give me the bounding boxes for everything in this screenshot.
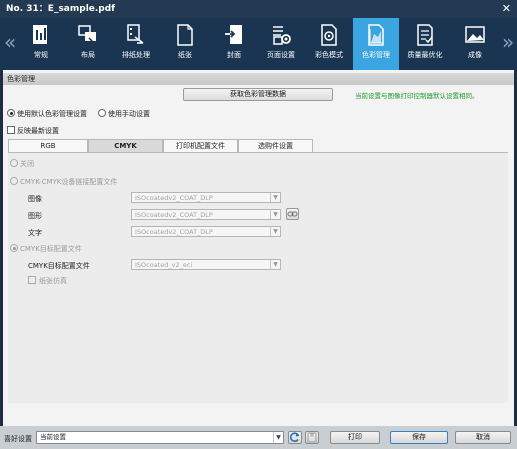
save-button[interactable]: 保存 (390, 431, 448, 444)
paper-simulation-checkbox[interactable] (28, 276, 36, 284)
tab-label: 布局 (81, 51, 95, 59)
main-content: 色彩管理 获取色彩管理数据 当前设置与图像打印控制器默认设置相同。 使用默认色彩… (3, 70, 514, 426)
target-profile-value: ISOcoated_v2_eci (135, 261, 193, 269)
tab-output[interactable]: 排纸处理 (113, 18, 159, 70)
tab-label: 页面设置 (267, 51, 295, 59)
chevron-down-icon: ▼ (270, 227, 280, 236)
reflect-latest-checkbox[interactable] (7, 126, 15, 134)
off-label: 关闭 (20, 160, 34, 168)
save-preset-button[interactable] (305, 431, 319, 444)
get-color-data-button[interactable]: 获取色彩管理数据 (183, 88, 333, 101)
chevron-down-icon: ▼ (270, 260, 280, 269)
cmyk-panel: 关闭 CMYK-CMYK设备链接配置文件 图像 ISOcoatedv2_COAT… (8, 152, 508, 403)
tab-label: 排纸处理 (122, 51, 150, 59)
image-label: 图像 (28, 195, 42, 203)
bottom-bar: 喜好设置 当前设置 ▼ 打印 保存 取消 (0, 426, 517, 449)
tab-label: 质量最优化 (407, 51, 443, 59)
general-icon (33, 25, 47, 44)
link-button[interactable] (286, 208, 299, 220)
tab-option-settings[interactable]: 选购件设置 (238, 139, 313, 152)
print-button[interactable]: 打印 (330, 431, 380, 444)
text-profile-value: ISOcoatedv2_COAT_DLP (135, 228, 213, 236)
window-titlebar: No. 31：E_sample.pdf ✕ (0, 0, 517, 18)
reflect-latest-label: 反映最新设置 (17, 127, 59, 135)
target-profile-select[interactable]: ISOcoated_v2_eci ▼ (131, 259, 281, 270)
devicelink-label: CMYK-CMYK设备链接配置文件 (20, 178, 118, 186)
tab-label: 封面 (227, 51, 241, 59)
tab-label: 色彩管理 (362, 51, 390, 59)
favorite-settings-label: 喜好设置 (4, 435, 32, 443)
tab-cmyk[interactable]: CMYK (88, 139, 163, 152)
refresh-icon (289, 432, 300, 442)
tab-page-setting[interactable]: 页面设置 (258, 18, 304, 70)
manual-settings-radio[interactable] (98, 109, 106, 117)
cover-icon (225, 25, 242, 44)
tab-label: 纸张 (178, 51, 192, 59)
output-icon (127, 24, 144, 44)
paper-icon (177, 24, 193, 46)
image-profile-select[interactable]: ISOcoatedv2_COAT_DLP ▼ (131, 192, 281, 203)
imaging-icon (465, 26, 485, 43)
default-settings-radio[interactable] (7, 109, 15, 117)
chevron-down-icon: ▼ (270, 210, 280, 219)
devicelink-radio[interactable] (10, 177, 18, 185)
tab-label: 常规 (34, 51, 48, 59)
tab-color-mode[interactable]: 彩色模式 (306, 18, 352, 70)
color-tabs: RGB CMYK 打印机配置文件 选购件设置 (8, 139, 508, 152)
target-profile-radio-label: CMYK目标配置文件 (20, 245, 82, 253)
default-settings-label: 使用默认色彩管理设置 (17, 110, 87, 118)
quality-icon (417, 24, 433, 46)
graphics-label: 图形 (28, 212, 42, 220)
link-icon (287, 211, 298, 217)
tab-label: 彩色模式 (315, 51, 343, 59)
page-setting-icon (273, 26, 291, 45)
layout-icon (78, 25, 96, 43)
scroll-left-icon[interactable]: « (4, 30, 16, 54)
tab-color-management[interactable]: 色彩管理 (353, 18, 399, 70)
floppy-icon (307, 432, 317, 443)
toolbar: « 常规 布局 排纸处理 纸张 封面 页面设置 彩色模式 色彩管理 质量最优化 … (0, 18, 517, 70)
paper-simulation-label: 纸张仿真 (39, 277, 67, 285)
section-title: 色彩管理 (3, 73, 514, 85)
chevron-down-icon: ▼ (270, 193, 280, 202)
tab-label: 成像 (468, 51, 482, 59)
refresh-button[interactable] (288, 431, 302, 444)
scroll-right-icon[interactable]: » (502, 30, 514, 54)
graphics-profile-value: ISOcoatedv2_COAT_DLP (135, 211, 213, 219)
graphics-profile-select[interactable]: ISOcoatedv2_COAT_DLP ▼ (131, 209, 281, 220)
text-label: 文字 (28, 229, 42, 237)
text-profile-select[interactable]: ISOcoatedv2_COAT_DLP ▼ (131, 226, 281, 237)
tab-imaging[interactable]: 成像 (452, 18, 498, 70)
target-profile-radio[interactable] (10, 244, 18, 252)
color-mode-icon (321, 24, 337, 46)
image-profile-value: ISOcoatedv2_COAT_DLP (135, 194, 213, 202)
tab-cover[interactable]: 封面 (211, 18, 257, 70)
manual-settings-label: 使用手动设置 (108, 110, 150, 118)
target-profile-label: CMYK目标配置文件 (28, 262, 90, 270)
status-note: 当前设置与图像打印控制器默认设置相同。 (355, 92, 479, 100)
tab-quality[interactable]: 质量最优化 (402, 18, 448, 70)
tab-printer-profile[interactable]: 打印机配置文件 (163, 139, 238, 152)
window-title: No. 31：E_sample.pdf (6, 4, 116, 14)
close-icon[interactable]: ✕ (502, 0, 511, 18)
chevron-down-icon: ▼ (273, 432, 283, 443)
color-management-icon (368, 24, 384, 46)
tab-paper[interactable]: 纸张 (162, 18, 208, 70)
favorite-settings-value: 当前设置 (40, 433, 66, 441)
tab-rgb[interactable]: RGB (8, 139, 88, 152)
cancel-button[interactable]: 取消 (455, 431, 511, 444)
favorite-settings-select[interactable]: 当前设置 ▼ (36, 431, 284, 444)
tab-layout[interactable]: 布局 (65, 18, 111, 70)
tab-general[interactable]: 常规 (18, 18, 64, 70)
off-radio[interactable] (10, 159, 18, 167)
